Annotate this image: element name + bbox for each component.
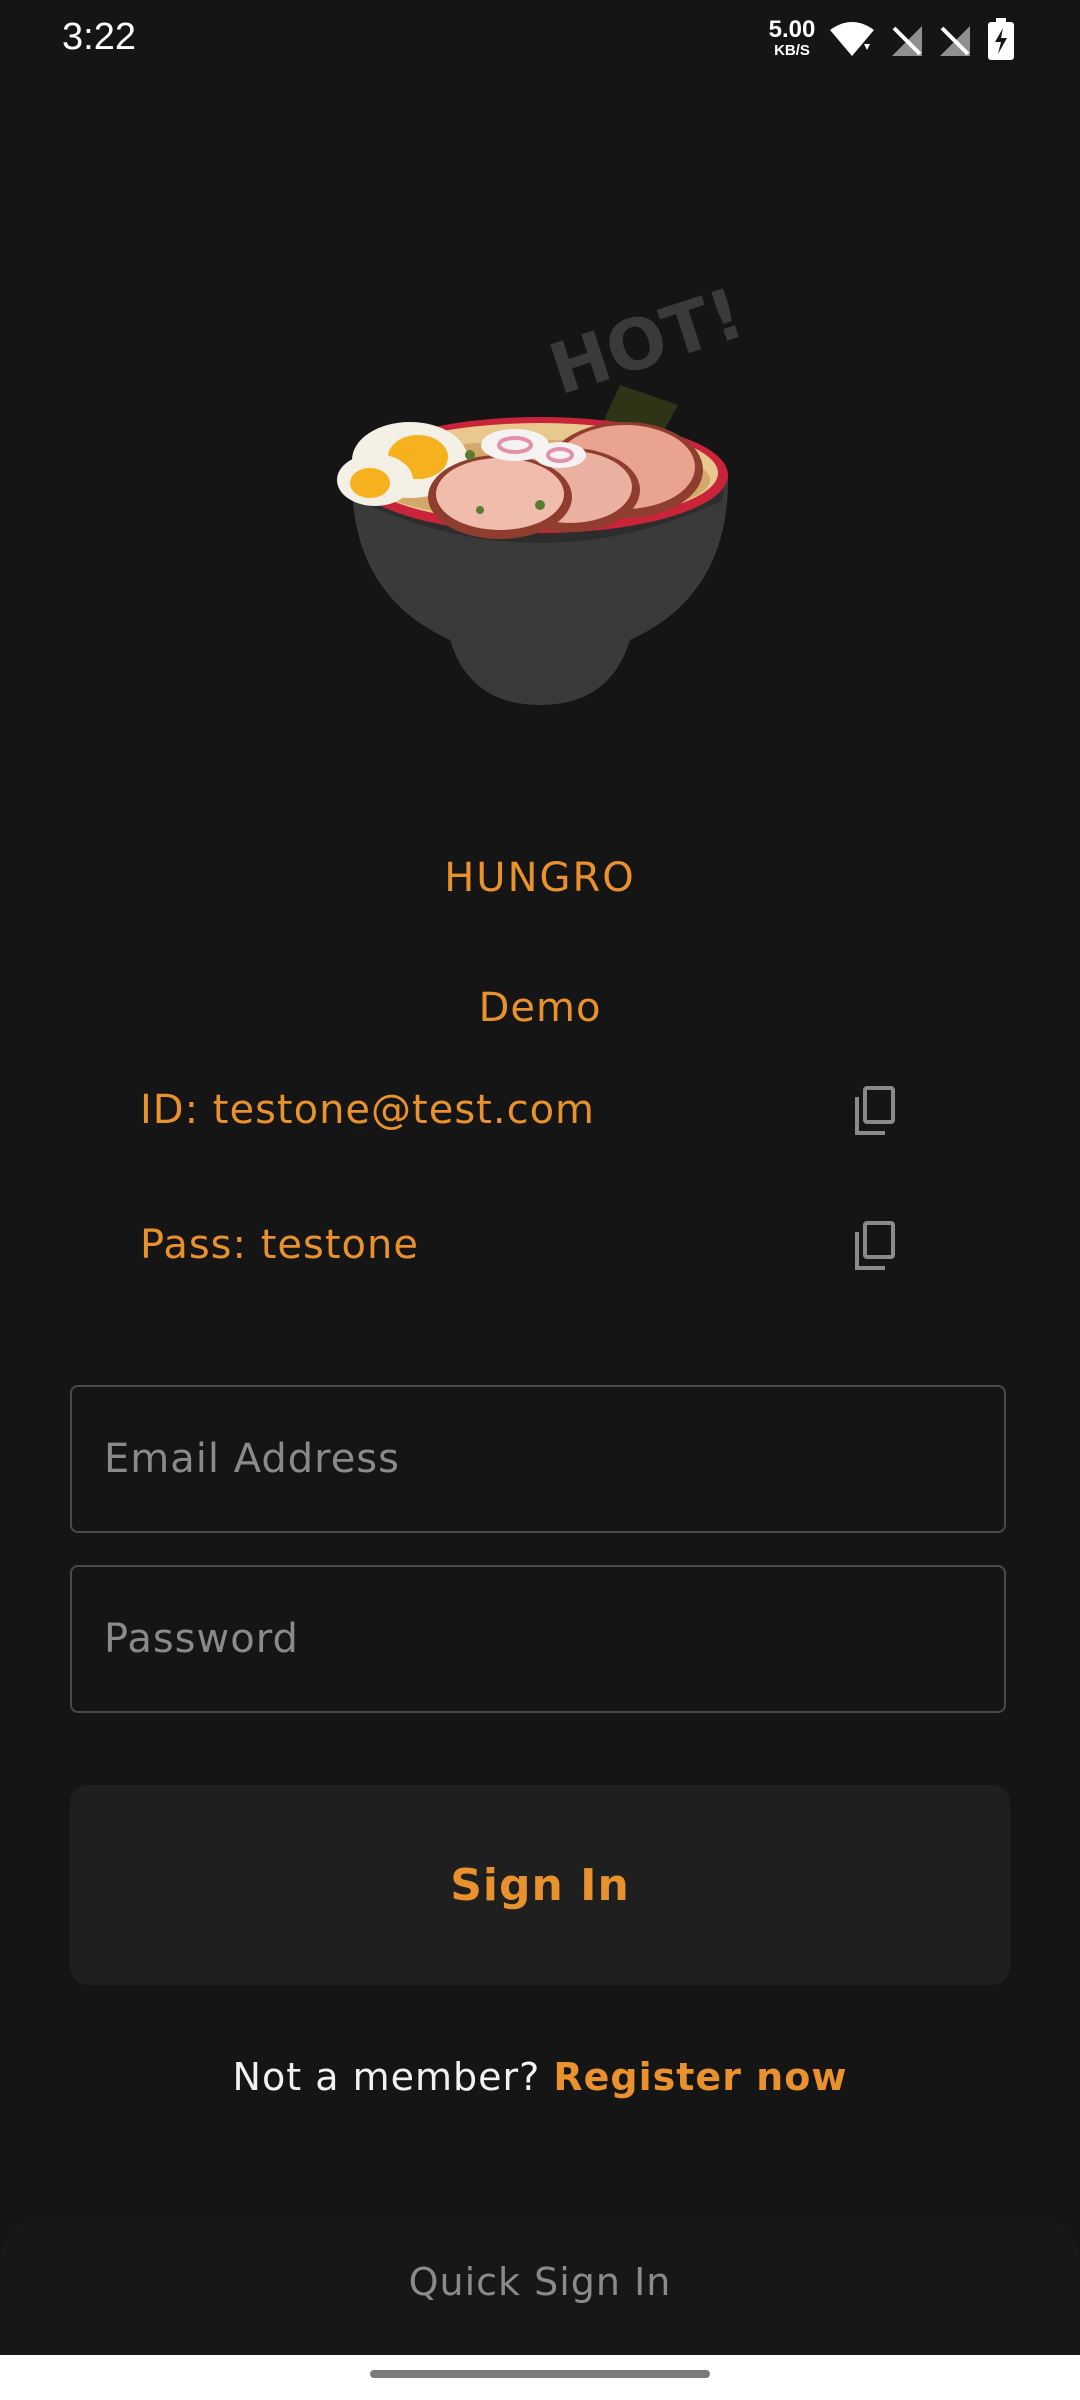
status-bar: 3:22 5.00 KB/S	[0, 0, 1080, 80]
demo-id-row: ID: testone@test.com	[140, 1070, 900, 1150]
no-sim-icon	[892, 26, 922, 56]
demo-pass-row: Pass: testone	[140, 1205, 900, 1285]
network-speed-value: 5.00	[768, 16, 816, 43]
demo-title: Demo	[478, 985, 602, 1031]
sign-in-label: Sign In	[450, 1859, 630, 1911]
wifi-icon	[830, 22, 874, 56]
app-title: HUNGRO	[444, 855, 636, 901]
demo-id-label: ID: testone@test.com	[140, 1087, 595, 1133]
copy-icon	[855, 1221, 895, 1270]
register-now-link[interactable]: Register now	[553, 2055, 847, 2099]
copy-icon	[855, 1086, 895, 1135]
network-speed-unit: KB/S	[774, 42, 810, 59]
password-field-container	[70, 1565, 1006, 1713]
register-prompt-line: Not a member? Register now	[0, 2055, 1080, 2099]
battery-charging-icon	[988, 18, 1014, 60]
home-indicator[interactable]	[370, 2370, 710, 2378]
no-sim-icon	[940, 26, 970, 56]
demo-pass-label: Pass: testone	[140, 1222, 419, 1268]
register-prompt: Not a member?	[232, 2055, 541, 2099]
ramen-bowl-illustration: HOT!	[337, 272, 750, 705]
sign-in-button[interactable]: Sign In	[70, 1785, 1010, 1985]
quick-sign-in-button[interactable]: Quick Sign In	[0, 2260, 1080, 2304]
copy-password-button[interactable]	[840, 1211, 910, 1281]
password-field[interactable]	[72, 1567, 1004, 1711]
hot-label: HOT!	[540, 272, 750, 411]
copy-id-button[interactable]	[840, 1076, 910, 1146]
network-speed: 5.00 KB/S	[762, 16, 822, 59]
status-time: 3:22	[62, 16, 136, 58]
email-field-container	[70, 1385, 1006, 1533]
email-field[interactable]	[72, 1387, 1004, 1531]
